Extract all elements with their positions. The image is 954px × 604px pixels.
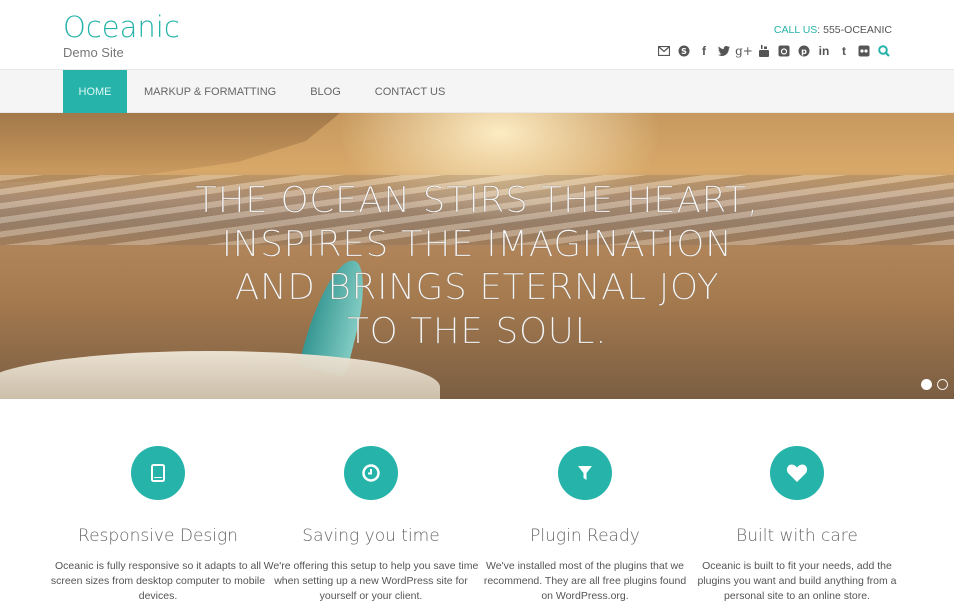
slider-dot-2[interactable] <box>937 379 948 390</box>
search-icon[interactable] <box>874 43 894 59</box>
google-plus-icon[interactable]: g+ <box>734 43 754 59</box>
site-logo[interactable]: Oceanic Demo Site <box>63 10 180 60</box>
svg-text:p: p <box>801 47 807 56</box>
skype-icon[interactable]: S <box>674 43 694 59</box>
feature-responsive-design: Responsive Design Oceanic is fully respo… <box>50 446 266 604</box>
youtube-icon[interactable] <box>754 43 774 59</box>
hero-quote-line: AND BRINGS ETERNAL JOY <box>234 267 720 308</box>
nav-item-home[interactable]: HOME <box>63 70 127 113</box>
feature-text: Oceanic is fully responsive so it adapts… <box>50 560 266 602</box>
nav-item-blog[interactable]: BLOG <box>293 70 358 113</box>
feature-text: We've installed most of the plugins that… <box>483 560 687 602</box>
slider-dot-1[interactable] <box>921 379 932 390</box>
pinterest-icon[interactable]: p <box>794 43 814 59</box>
slider-pagination <box>921 379 948 390</box>
call-us-label: CALL US <box>773 24 818 36</box>
features-section: Responsive Design Oceanic is fully respo… <box>0 399 954 602</box>
instagram-icon[interactable] <box>774 43 794 59</box>
hero-quote-line: THE OCEAN STIRS THE HEART, <box>195 180 759 221</box>
site-description: Demo Site <box>63 45 124 60</box>
filter-icon <box>558 446 612 500</box>
clock-icon <box>344 446 398 500</box>
feature-title: Built with care <box>736 526 858 546</box>
svg-text:S: S <box>681 47 687 56</box>
feature-text: Oceanic is built to fit your needs, add … <box>697 560 897 602</box>
nav-item-markup-formatting[interactable]: MARKUP & FORMATTING <box>127 70 293 113</box>
hero-quote-line: INSPIRES THE IMAGINATION <box>221 223 733 265</box>
feature-text: We're offering this setup to help you sa… <box>263 560 479 602</box>
hero-image-surfboard <box>0 351 440 399</box>
main-navigation: HOME MARKUP & FORMATTING BLOG CONTACT US <box>0 69 954 113</box>
feature-title: Saving you time <box>302 526 440 546</box>
twitter-icon[interactable] <box>714 43 734 59</box>
nav-item-contact-us[interactable]: CONTACT US <box>358 70 463 113</box>
email-icon[interactable] <box>654 43 674 59</box>
hero-quote-line: TO THE SOUL. <box>346 310 608 352</box>
hero-image-cliff <box>0 113 340 183</box>
feature-title: Responsive Design <box>78 526 238 546</box>
tablet-icon <box>131 446 185 500</box>
site-header: Oceanic Demo Site CALL US: 555-OCEANIC S… <box>0 0 954 69</box>
feature-title: Plugin Ready <box>530 526 640 546</box>
call-us: CALL US: 555-OCEANIC <box>774 24 892 36</box>
hero-slider: THE OCEAN STIRS THE HEART, INSPIRES THE … <box>0 113 954 399</box>
feature-saving-time: Saving you time We're offering this setu… <box>263 446 479 604</box>
facebook-icon[interactable]: f <box>694 43 714 59</box>
flickr-icon[interactable] <box>854 43 874 59</box>
tumblr-icon[interactable]: t <box>834 43 854 59</box>
feature-built-with-care: Built with care Oceanic is built to fit … <box>689 446 905 604</box>
call-us-number: : 555-OCEANIC <box>817 24 892 36</box>
linkedin-icon[interactable]: in <box>814 43 834 59</box>
heart-icon <box>770 446 824 500</box>
hero-quote: THE OCEAN STIRS THE HEART, INSPIRES THE … <box>0 179 954 353</box>
social-links: S f g+ p in t <box>654 43 894 59</box>
site-title[interactable]: Oceanic <box>63 10 180 44</box>
feature-plugin-ready: Plugin Ready We've installed most of the… <box>477 446 693 604</box>
